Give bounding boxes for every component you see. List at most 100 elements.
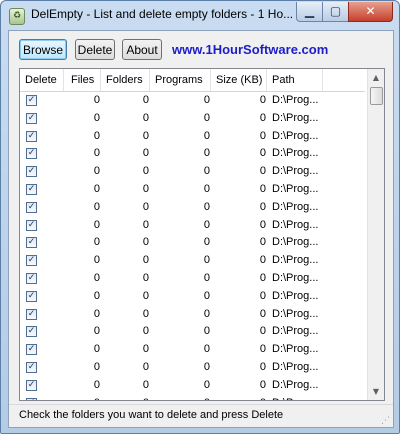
table-row[interactable]: ✓0000D:\Prog... [20, 395, 365, 400]
delete-checkbox[interactable]: ✓ [26, 148, 37, 160]
browse-button[interactable]: Browse [19, 39, 67, 60]
programs-cell: 0 [203, 129, 210, 142]
status-bar: Check the folders you want to delete and… [9, 404, 393, 428]
path-cell: D:\Prog... [272, 147, 319, 160]
path-cell: D:\Prog... [272, 289, 319, 302]
table-row[interactable]: ✓0000D:\Prog... [20, 217, 365, 235]
column-header-programs[interactable]: Programs [150, 69, 211, 91]
delete-checkbox[interactable]: ✓ [26, 201, 37, 213]
scroll-down-icon[interactable]: ▼ [368, 383, 384, 400]
size-cell: 0 [259, 200, 266, 213]
programs-cell: 0 [203, 378, 210, 391]
table-row[interactable]: ✓0000D:\Prog... [20, 341, 365, 359]
table-row[interactable]: ✓0000D:\Prog... [20, 92, 365, 110]
folders-cell: 0 [142, 378, 149, 391]
files-cell: 0 [93, 236, 100, 249]
delete-checkbox[interactable]: ✓ [26, 255, 37, 267]
maximize-button[interactable]: ▢ [322, 2, 349, 22]
size-cell: 0 [259, 307, 266, 320]
path-cell: D:\Prog... [272, 378, 319, 391]
table-row[interactable]: ✓0000D:\Prog... [20, 110, 365, 128]
path-cell: D:\Prog... [272, 395, 332, 400]
delete-checkbox[interactable]: ✓ [26, 237, 37, 249]
path-cell: D:\Prog... [272, 129, 319, 142]
delete-checkbox[interactable]: ✓ [26, 219, 37, 231]
column-header-delete[interactable]: Delete [20, 69, 64, 91]
programs-cell: 0 [203, 200, 210, 213]
size-grip-icon[interactable]: ⋰ [381, 416, 391, 426]
files-cell: 0 [93, 378, 100, 391]
table-row[interactable]: ✓0000D:\Prog... [20, 270, 365, 288]
column-header-folders[interactable]: Folders [101, 69, 150, 91]
table-row[interactable]: ✓0000D:\Prog... [20, 181, 365, 199]
folders-cell: 0 [142, 111, 149, 124]
path-cell: D:\Prog... [272, 111, 319, 124]
programs-cell: 0 [203, 271, 210, 284]
table-row[interactable]: ✓0000D:\Prog... [20, 306, 365, 324]
delete-checkbox[interactable]: ✓ [26, 361, 37, 373]
table-row[interactable]: ✓0000D:\Prog... [20, 288, 365, 306]
table-row[interactable]: ✓0000D:\Prog... [20, 234, 365, 252]
column-header-files[interactable]: Files [64, 69, 101, 91]
files-cell: 0 [93, 200, 100, 213]
delete-checkbox[interactable]: ✓ [26, 379, 37, 391]
vertical-scrollbar[interactable]: ▲ ▼ [367, 69, 384, 400]
size-cell: 0 [259, 271, 266, 284]
table-row[interactable]: ✓0000D:\Prog... [20, 323, 365, 341]
size-cell: 0 [259, 254, 266, 267]
delete-checkbox[interactable]: ✓ [26, 326, 37, 338]
folders-cell: 0 [142, 254, 149, 267]
table-row[interactable]: ✓0000D:\Prog... [20, 128, 365, 146]
scroll-up-icon[interactable]: ▲ [368, 69, 384, 86]
path-cell: D:\Prog... [272, 343, 319, 356]
size-cell: 0 [259, 236, 266, 249]
delete-checkbox[interactable]: ✓ [26, 95, 37, 106]
table-row[interactable]: ✓ 0 0 0 0 D:\Prog... [20, 199, 365, 217]
folders-cell: 0 [142, 200, 149, 213]
about-button[interactable]: About [122, 39, 162, 60]
files-cell: 0 [93, 94, 100, 106]
files-cell: 0 [93, 307, 100, 320]
table-row[interactable]: ✓0000D:\Prog... [20, 145, 365, 163]
path-cell: D:\Prog... [272, 200, 319, 213]
delete-checkbox[interactable]: ✓ [26, 344, 37, 356]
table-row[interactable]: ✓0000D:\Prog... [20, 377, 365, 395]
folders-cell: 0 [142, 289, 149, 302]
close-button[interactable]: ✕ [348, 2, 393, 22]
delete-checkbox[interactable]: ✓ [26, 272, 37, 284]
title-bar[interactable]: ♻ DelEmpty - List and delete empty folde… [1, 1, 399, 29]
scroll-thumb[interactable] [370, 87, 383, 105]
path-cell: D:\Prog... [272, 218, 319, 231]
app-icon[interactable]: ♻ [9, 8, 25, 25]
path-cell: D:\Prog... [272, 325, 319, 338]
folders-cell: 0 [142, 360, 149, 373]
folders-cell: 0 [142, 94, 149, 106]
delete-checkbox[interactable]: ✓ [26, 308, 37, 320]
minimize-button[interactable]: ▁ [296, 2, 323, 22]
website-link[interactable]: www.1HourSoftware.com [172, 42, 328, 57]
delete-checkbox[interactable]: ✓ [26, 112, 37, 124]
table-row[interactable]: ✓0000D:\Prog... [20, 359, 365, 377]
folder-list[interactable]: Delete Files Folders Programs Size (KB) … [19, 68, 385, 401]
delete-button[interactable]: Delete [75, 39, 115, 60]
programs-cell: 0 [203, 343, 210, 356]
files-cell: 0 [93, 271, 100, 284]
delete-checkbox[interactable]: ✓ [26, 183, 37, 195]
delete-checkbox[interactable]: ✓ [26, 290, 37, 302]
folders-cell: 0 [142, 218, 149, 231]
delete-checkbox[interactable]: ✓ [26, 130, 37, 142]
delete-checkbox[interactable]: ✓ [26, 397, 37, 400]
path-cell: D:\Prog... [272, 94, 319, 106]
files-cell: 0 [93, 343, 100, 356]
files-cell: 0 [93, 218, 100, 231]
folders-cell: 0 [142, 147, 149, 160]
table-row[interactable]: ✓0000D:\Prog... [20, 252, 365, 270]
delete-checkbox[interactable]: ✓ [26, 166, 37, 178]
column-header-path[interactable]: Path [267, 69, 323, 91]
column-header-size[interactable]: Size (KB) [211, 69, 267, 91]
files-cell: 0 [64, 395, 100, 400]
app-window: ♻ DelEmpty - List and delete empty folde… [0, 0, 400, 434]
client-area: Browse Delete About www.1HourSoftware.co… [8, 30, 394, 428]
table-row[interactable]: ✓0000D:\Prog... [20, 163, 365, 181]
programs-cell: 0 [203, 147, 210, 160]
